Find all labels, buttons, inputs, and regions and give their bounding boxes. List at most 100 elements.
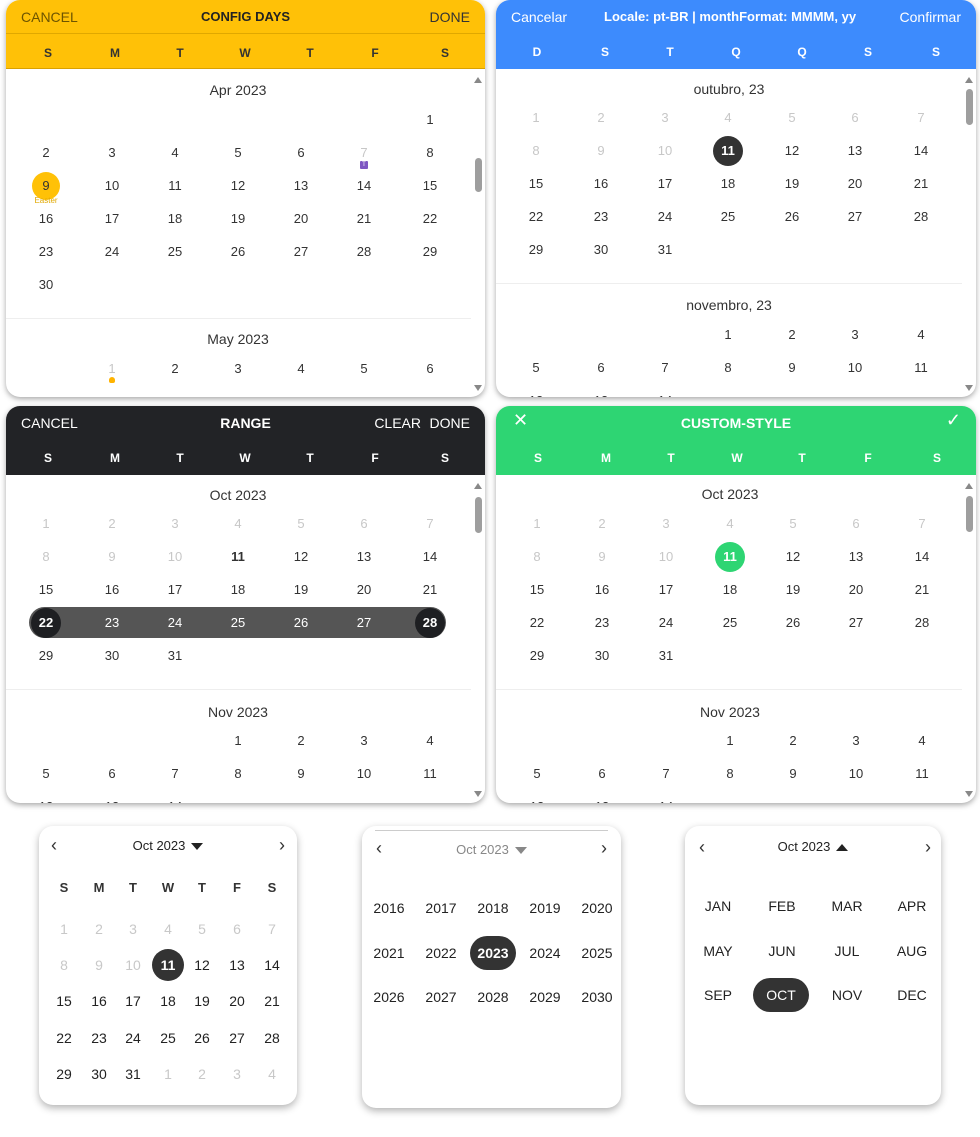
day-cell[interactable]: 12 xyxy=(520,790,554,803)
day-cell[interactable]: 26 xyxy=(775,200,809,234)
day-cell[interactable]: 12 xyxy=(221,169,255,203)
day-cell[interactable]: 13 xyxy=(838,134,872,168)
day-cell[interactable]: 28 xyxy=(905,606,939,640)
chevron-right-icon[interactable]: › xyxy=(925,838,931,856)
day-cell[interactable]: 3 xyxy=(95,136,129,170)
day-cell[interactable]: 26 xyxy=(221,235,255,269)
day-cell[interactable]: 25 xyxy=(711,200,745,234)
day-cell[interactable]: 7T xyxy=(347,136,381,170)
day-cell[interactable]: 14 xyxy=(347,169,381,203)
day-cell[interactable]: 18 xyxy=(221,573,255,607)
day-cell[interactable]: 19 xyxy=(775,167,809,201)
day-cell[interactable]: 30 xyxy=(29,268,63,302)
day-cell[interactable]: 18 xyxy=(711,167,745,201)
scrollbar[interactable] xyxy=(471,69,485,397)
day-cell[interactable]: 14 xyxy=(256,949,288,981)
day-cell[interactable]: 18 xyxy=(713,573,747,607)
day-cell[interactable]: 17 xyxy=(648,167,682,201)
scrollbar[interactable] xyxy=(962,69,976,397)
day-cell[interactable]: 21 xyxy=(904,167,938,201)
day-cell[interactable]: 22 xyxy=(519,200,553,234)
day-cell[interactable]: 19 xyxy=(284,573,318,607)
range-end-day[interactable]: 28 xyxy=(415,608,445,638)
clear-button[interactable]: CLEAR xyxy=(374,415,421,431)
day-cell[interactable]: 22 xyxy=(413,202,447,236)
day-cell[interactable]: 3 xyxy=(839,724,873,758)
month-scroll[interactable]: outubro, 23 1 2 3 4 5 6 7 8 9 10 11 12 13 14 15 16 17 18 1… xyxy=(496,69,976,397)
year-cell[interactable]: 2025 xyxy=(574,936,620,970)
day-cell[interactable]: 27 xyxy=(347,606,381,640)
day-cell[interactable]: 10 xyxy=(838,351,872,385)
day-cell[interactable]: 25 xyxy=(158,235,192,269)
day-cell[interactable]: 28 xyxy=(904,200,938,234)
day-cell[interactable]: 4 xyxy=(158,136,192,170)
day-cell[interactable]: 25 xyxy=(713,606,747,640)
day-cell[interactable]: 27 xyxy=(221,1022,253,1054)
day-cell[interactable]: 6 xyxy=(284,136,318,170)
day-cell[interactable]: 28 xyxy=(256,1022,288,1054)
day-cell[interactable]: 13 xyxy=(585,790,619,803)
day-cell[interactable]: 5 xyxy=(519,351,553,385)
month-cell[interactable]: DEC xyxy=(883,978,941,1012)
day-cell[interactable]: 12 xyxy=(519,384,553,397)
year-cell[interactable]: 2029 xyxy=(522,980,568,1014)
month-cell[interactable]: JAN xyxy=(689,889,747,923)
day-cell[interactable]: 4 xyxy=(904,318,938,352)
chevron-right-icon[interactable]: › xyxy=(279,836,285,854)
year-cell[interactable]: 2022 xyxy=(418,936,464,970)
day-cell[interactable]: 3 xyxy=(347,724,381,758)
day-cell[interactable]: 29 xyxy=(48,1058,80,1090)
day-cell[interactable]: 18 xyxy=(152,985,184,1017)
day-cell[interactable]: 15 xyxy=(520,573,554,607)
day-cell[interactable]: 11 xyxy=(905,757,939,791)
day-cell[interactable]: 5 xyxy=(221,136,255,170)
day-cell[interactable]: 9 xyxy=(284,757,318,791)
day-cell[interactable]: 5 xyxy=(29,757,63,791)
year-cell[interactable]: 2021 xyxy=(366,936,412,970)
day-cell[interactable]: 12 xyxy=(29,790,63,803)
day-cell[interactable]: 19 xyxy=(776,573,810,607)
day-cell[interactable]: 9 xyxy=(776,757,810,791)
selected-day[interactable]: 11 xyxy=(713,136,743,166)
month-cell[interactable]: JUN xyxy=(753,934,811,968)
month-cell[interactable]: JUL xyxy=(818,934,876,968)
selected-year[interactable]: 2023 xyxy=(470,936,516,970)
day-cell[interactable]: 29 xyxy=(520,639,554,673)
month-scroll[interactable]: Oct 2023 1 2 3 4 5 6 7 8 9 10 11 12 13 14 15 16 17 18 19 20… xyxy=(6,475,485,803)
day-cell[interactable]: 24 xyxy=(117,1022,149,1054)
month-cell[interactable]: AUG xyxy=(883,934,941,968)
day-cell[interactable]: 24 xyxy=(95,235,129,269)
done-button[interactable]: DONE xyxy=(430,415,470,431)
day-cell[interactable]: 23 xyxy=(584,200,618,234)
day-cell[interactable]: 14 xyxy=(158,790,192,803)
year-cell[interactable]: 2028 xyxy=(470,980,516,1014)
day-cell[interactable]: 21 xyxy=(256,985,288,1017)
day-cell[interactable]: 23 xyxy=(83,1022,115,1054)
day-cell[interactable]: 17 xyxy=(95,202,129,236)
day-cell[interactable]: 6 xyxy=(95,757,129,791)
day-cell[interactable]: 17 xyxy=(158,573,192,607)
day-cell[interactable]: 19 xyxy=(186,985,218,1017)
day-cell[interactable]: 1 xyxy=(713,724,747,758)
month-cell[interactable]: MAR xyxy=(818,889,876,923)
day-cell[interactable]: 29 xyxy=(29,639,63,673)
day-cell[interactable]: 14 xyxy=(413,540,447,574)
day-cell[interactable]: 6 xyxy=(413,352,447,386)
day-cell[interactable]: 16 xyxy=(584,167,618,201)
year-cell[interactable]: 2018 xyxy=(470,891,516,925)
day-cell[interactable]: 1 xyxy=(221,724,255,758)
month-scroll[interactable]: Oct 2023 1 2 3 4 5 6 7 8 9 10 11 12 13 14 15 16 17 18 19 20… xyxy=(496,475,976,803)
day-cell[interactable]: 11 xyxy=(221,540,255,574)
day-cell[interactable]: 17 xyxy=(649,573,683,607)
year-cell[interactable]: 2017 xyxy=(418,891,464,925)
day-cell[interactable]: 30 xyxy=(95,639,129,673)
range-end-day[interactable]: 22 xyxy=(31,608,61,638)
day-cell[interactable]: 29 xyxy=(519,233,553,267)
day-cell[interactable]: 16 xyxy=(585,573,619,607)
day-cell[interactable]: 5 xyxy=(347,352,381,386)
day-cell[interactable]: 21 xyxy=(347,202,381,236)
year-cell[interactable]: 2016 xyxy=(366,891,412,925)
day-cell[interactable]: 1 xyxy=(413,103,447,137)
day-cell[interactable]: 31 xyxy=(649,639,683,673)
day-cell[interactable]: 24 xyxy=(158,606,192,640)
